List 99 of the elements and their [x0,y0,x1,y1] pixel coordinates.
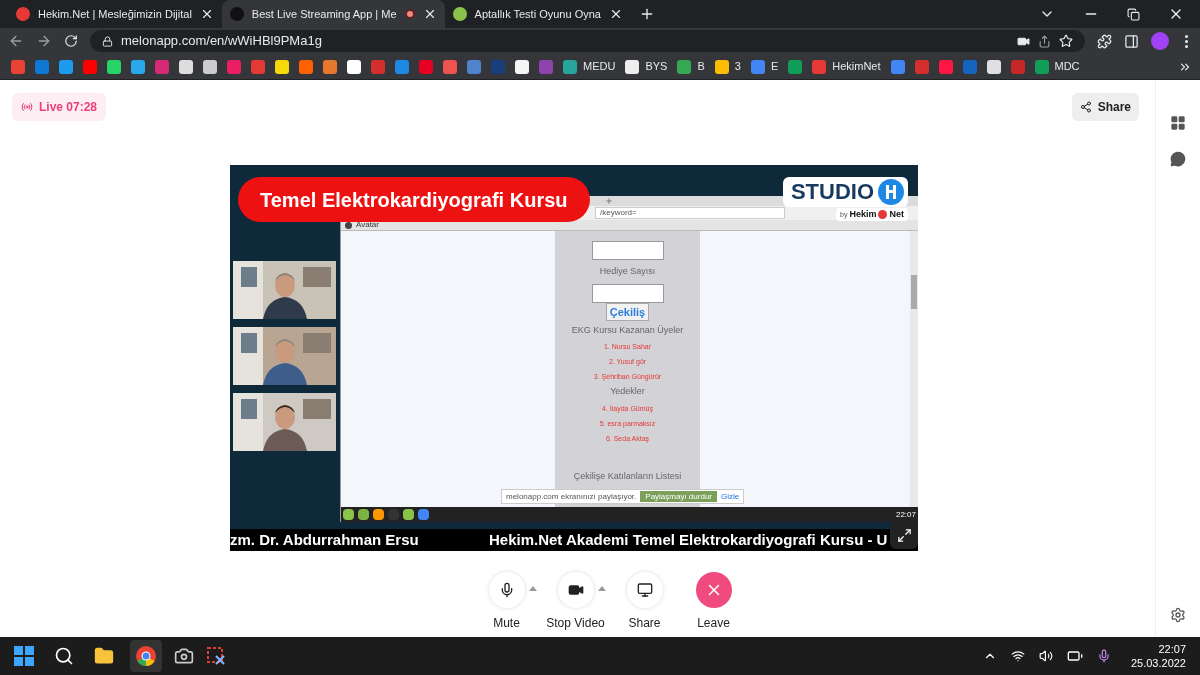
notice-text: melonapp.com ekranınızı paylaşıyor. [506,492,637,501]
field-label: Hediye Sayısı [599,265,656,278]
search-icon[interactable] [54,646,74,666]
section-heading: Çekilişe Katılanların Listesi [573,469,682,483]
ticker-text: zm. Dr. Abdurrahman Ersu [230,529,420,550]
bookmark[interactable]: BYS [625,58,668,75]
app-icon[interactable] [418,509,429,520]
back-icon[interactable] [8,33,24,49]
wifi-icon[interactable] [1010,649,1025,663]
camera-icon[interactable] [174,646,194,666]
start-icon[interactable] [14,646,34,666]
browser-tab[interactable]: Aptallık Testi Oyunu Oyna [444,0,631,28]
browser-tab[interactable]: Hekim.Net | Mesleğimizin Dijital [8,0,222,28]
browser-tab[interactable]: Best Live Streaming App | Me [221,0,445,28]
bookmark-icon[interactable] [347,59,361,74]
bookmark-label: HekimNet [832,59,881,75]
bookmark-icon[interactable] [107,59,121,74]
bookmark-icon[interactable] [986,59,1001,74]
mic-button[interactable] [488,572,525,608]
caret-icon[interactable] [597,586,606,591]
logo-word: STUDIO [790,181,874,203]
reload-icon[interactable] [64,34,78,48]
date: 25.03.2022 [1130,656,1186,670]
hide-link[interactable]: Gizle [721,492,740,501]
volume-icon[interactable] [1038,649,1053,663]
text-input[interactable] [591,241,664,260]
scrollbar[interactable] [910,231,918,507]
bookmark-label: 3 [734,59,741,75]
bookmark-icon[interactable] [179,59,193,74]
extensions-icon[interactable] [1097,33,1112,49]
profile-avatar[interactable] [1151,32,1169,50]
grid-icon[interactable] [1170,115,1186,131]
bookmark-label: BYS [645,59,668,75]
live-timer: Live 07:28 [39,99,98,116]
brand-suffix: Net [889,210,904,219]
ticker-text: Hekim.Net Akademi Temel Elektrokardiyografi Kursu - U [489,529,888,550]
share-icon[interactable] [1038,34,1051,48]
app-icon[interactable] [403,509,414,520]
url-text: melonapp.com/en/wWiHBl9PMa1g [121,32,322,51]
bookmark-icon[interactable] [203,59,217,74]
address-bar[interactable]: melonapp.com/en/wWiHBl9PMa1g [90,30,1085,52]
bookmark[interactable]: MEDU [563,58,616,75]
bookmark-label: MDC [1054,59,1080,75]
brand-name: Hekim [849,210,877,219]
brand-icon [878,210,888,219]
bookmark-link[interactable]: Avatar [356,221,379,229]
title-banner: Temel Elektrokardiyografi Kursu [238,177,590,222]
video-camera-icon [567,582,584,598]
bookmark-icon[interactable] [515,59,529,74]
video-button[interactable] [557,572,594,608]
caret-icon[interactable] [528,586,537,591]
chat-icon[interactable] [1170,151,1186,167]
bookmark[interactable]: B [677,58,705,75]
broadcast-icon [21,101,33,113]
control-label: Leave [697,615,730,632]
monitor-icon [636,582,653,598]
app-icon[interactable] [373,509,384,520]
restore-icon[interactable] [1127,7,1140,21]
control-label: Mute [493,615,520,632]
bookmark[interactable]: HekimNet [812,58,881,75]
microphone-icon [1096,649,1111,663]
side-panel-icon[interactable] [1124,33,1139,49]
tab-title: Best Live Streaming App | Me [251,6,397,22]
clock: 22:07 [895,510,916,519]
bookmark-label: B [697,59,705,75]
folder-icon[interactable] [94,646,114,666]
control-label: Stop Video [546,615,605,632]
time: 22:07 [1158,642,1186,656]
share-button[interactable]: Share [1071,93,1139,121]
tab-title: Hekim.Net | Mesleğimizin Dijital [38,6,192,22]
address-field: /keyword= [595,207,785,219]
expand-icon [896,527,912,543]
forward-icon[interactable] [36,33,52,49]
bookmark-label: MEDU [583,59,616,75]
text-input[interactable] [591,283,664,303]
section-heading: Yedekler [610,385,645,398]
clock[interactable]: 22:07 25.03.2022 [1130,642,1186,670]
battery-icon[interactable] [1066,648,1083,664]
taskbar-app[interactable] [130,640,162,672]
share-button[interactable] [626,572,663,608]
app-icon[interactable] [343,509,354,520]
leave-button[interactable] [695,572,732,608]
bookmark[interactable]: MDC [1034,58,1080,75]
bookmark[interactable]: E [750,58,779,75]
bookmark[interactable]: 3 [714,58,741,75]
browser-icon [136,646,156,666]
new-tab-icon [605,197,613,205]
share-icon [1079,101,1092,113]
bookmark-label: E [770,59,779,75]
bookmark-star-icon[interactable] [1059,34,1073,48]
lock-icon [102,35,113,47]
control-label: Share [628,615,661,632]
app-icon[interactable] [358,509,369,520]
fullscreen-button[interactable] [890,521,918,549]
bookmark-icon[interactable] [275,59,289,74]
settings-icon[interactable] [1170,607,1186,623]
section-heading: EKG Kursu Kazanan Üyeler [571,323,684,337]
snipping-icon[interactable] [206,646,226,666]
tab-title: Aptallık Testi Oyunu Oyna [474,6,601,22]
